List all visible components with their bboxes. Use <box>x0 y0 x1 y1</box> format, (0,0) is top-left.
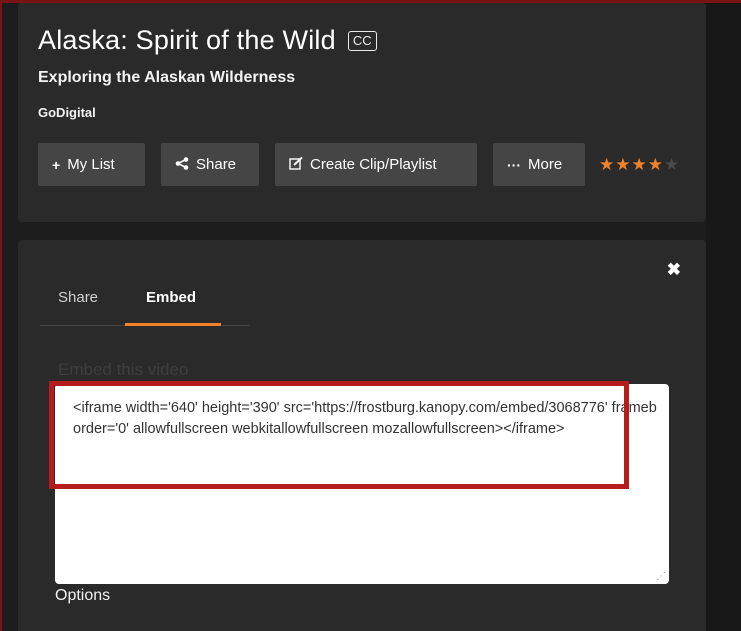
options-label: Options <box>55 587 111 604</box>
tab-share[interactable]: Share <box>58 289 98 306</box>
video-title: Alaska: Spirit of the Wild <box>38 25 336 55</box>
my-list-button[interactable]: + My List <box>38 143 145 186</box>
star-rating[interactable]: ★ ★ ★ ★ ★ <box>599 155 680 175</box>
title-row: Alaska: Spirit of the Wild CC <box>38 25 377 56</box>
action-bar: + My List Share Create Clip/Playlist ···… <box>38 143 680 186</box>
right-gutter <box>706 3 741 631</box>
embed-field-label: Embed this video <box>58 360 189 379</box>
star-icon[interactable]: ★ <box>664 155 680 175</box>
ellipsis-icon: ··· <box>507 156 521 173</box>
annotation-highlight-box <box>49 381 629 489</box>
tab-embed[interactable]: Embed <box>146 289 196 306</box>
active-tab-indicator <box>125 323 221 326</box>
close-icon[interactable]: ✖ <box>667 260 681 280</box>
share-icon <box>175 156 189 173</box>
video-provider[interactable]: GoDigital <box>38 105 96 120</box>
more-label: More <box>528 156 563 173</box>
create-clip-label: Create Clip/Playlist <box>310 156 437 173</box>
plus-icon: + <box>52 156 61 173</box>
create-clip-button[interactable]: Create Clip/Playlist <box>275 143 477 186</box>
more-button[interactable]: ··· More <box>493 143 585 186</box>
star-icon[interactable]: ★ <box>632 155 648 175</box>
video-subtitle: Exploring the Alaskan Wilderness <box>38 69 296 86</box>
video-header-card: Alaska: Spirit of the Wild CC Exploring … <box>18 3 706 222</box>
share-button[interactable]: Share <box>161 143 259 186</box>
resize-grip-icon[interactable]: ⋰ <box>656 572 666 582</box>
share-label: Share <box>196 156 237 173</box>
my-list-label: My List <box>67 156 115 173</box>
panel-tabs: Share Embed <box>40 280 250 326</box>
cc-badge: CC <box>347 30 377 51</box>
edit-icon <box>289 156 303 173</box>
star-icon[interactable]: ★ <box>599 155 615 175</box>
star-icon[interactable]: ★ <box>615 155 631 175</box>
star-icon[interactable]: ★ <box>648 155 664 175</box>
